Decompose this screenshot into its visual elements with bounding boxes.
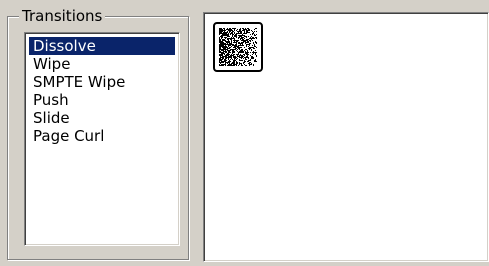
transitions-listbox[interactable]: Dissolve Wipe SMPTE Wipe Push Slide Page… (24, 32, 180, 246)
list-item-smpte-wipe[interactable]: SMPTE Wipe (29, 73, 175, 91)
list-item-wipe[interactable]: Wipe (29, 55, 175, 73)
transition-preview-panel (203, 12, 489, 262)
list-item-page-curl[interactable]: Page Curl (29, 127, 175, 145)
list-item-dissolve[interactable]: Dissolve (29, 37, 175, 55)
transitions-list: Dissolve Wipe SMPTE Wipe Push Slide Page… (29, 37, 175, 145)
transitions-group-label: Transitions (19, 8, 106, 25)
list-item-slide[interactable]: Slide (29, 109, 175, 127)
transition-thumbnail[interactable] (213, 22, 263, 72)
dissolve-noise-icon (219, 28, 257, 66)
list-item-push[interactable]: Push (29, 91, 175, 109)
